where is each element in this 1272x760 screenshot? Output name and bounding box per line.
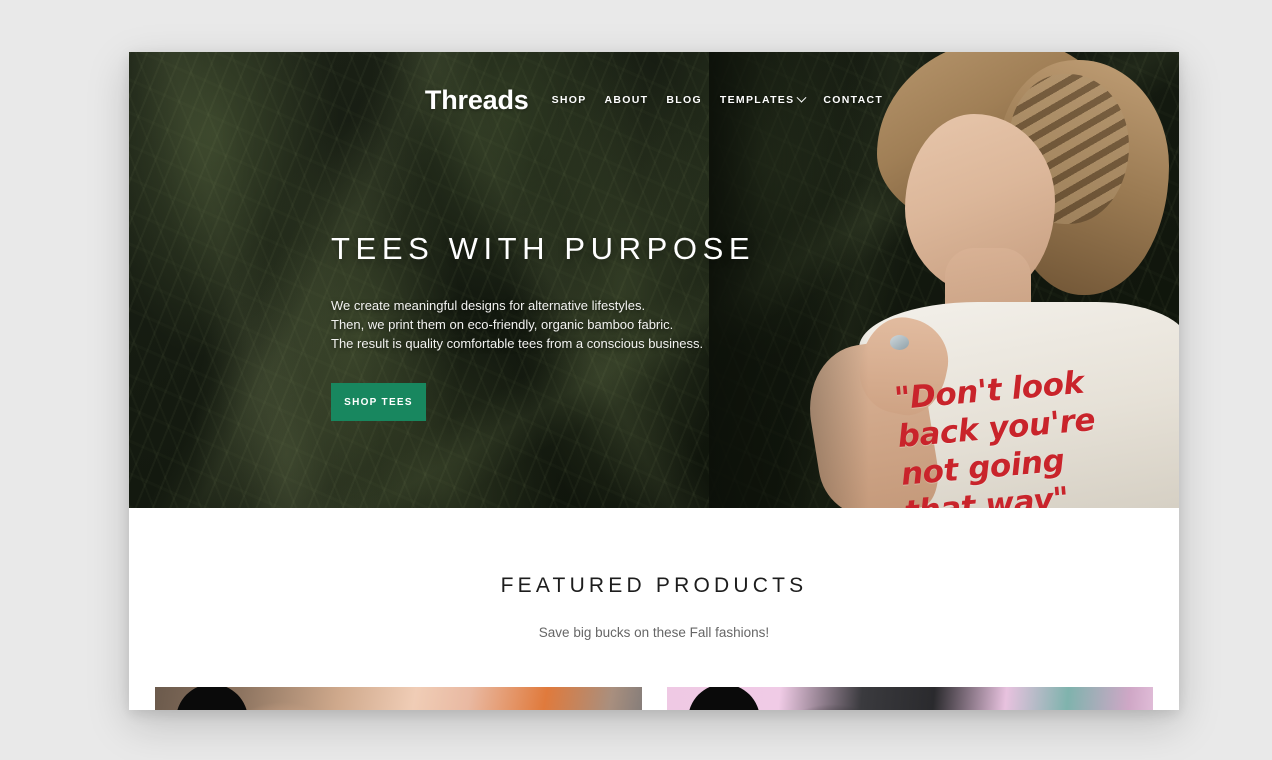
nav-item-contact-label: CONTACT: [823, 94, 884, 106]
navigation-inner: Threads SHOP ABOUT BLOG TEMPLATES CONTAC…: [425, 85, 883, 116]
product-grid: SALE! SALE!: [129, 687, 1179, 710]
nav-item-about[interactable]: ABOUT: [605, 94, 649, 106]
hero-headline: TEES WITH PURPOSE: [331, 231, 756, 266]
featured-products-section: FEATURED PRODUCTS Save big bucks on thes…: [129, 508, 1179, 710]
site-logo[interactable]: Threads: [425, 85, 529, 116]
featured-products-heading: FEATURED PRODUCTS: [500, 574, 808, 597]
nav-item-templates[interactable]: TEMPLATES: [719, 92, 807, 106]
chevron-down-icon: [796, 92, 807, 103]
nav-item-contact[interactable]: CONTACT: [823, 94, 883, 106]
featured-products-subheading: Save big bucks on these Fall fashions!: [538, 625, 770, 640]
nav-item-templates-label: TEMPLATES: [719, 94, 795, 106]
product-card[interactable]: SALE!: [666, 687, 1153, 710]
hero-copy: TEES WITH PURPOSE We create meaningful d…: [331, 230, 851, 422]
hero-section: "Don't look back you're not going that w…: [129, 52, 1179, 508]
nav-item-blog-label: BLOG: [666, 94, 702, 106]
nav-item-shop-label: SHOP: [551, 94, 587, 106]
hero-subtext: We create meaningful designs for alterna…: [331, 298, 704, 352]
shop-tees-button[interactable]: SHOP TEES: [331, 383, 426, 422]
nav-item-blog[interactable]: BLOG: [666, 94, 702, 106]
product-card[interactable]: SALE!: [155, 687, 642, 710]
nav-item-about-label: ABOUT: [604, 94, 649, 106]
website-page-frame: "Don't look back you're not going that w…: [129, 52, 1179, 710]
nav-item-shop[interactable]: SHOP: [552, 94, 587, 106]
site-navigation: Threads SHOP ABOUT BLOG TEMPLATES CONTAC…: [129, 52, 1179, 148]
nav-links: SHOP ABOUT BLOG TEMPLATES CONTACT: [552, 92, 884, 106]
